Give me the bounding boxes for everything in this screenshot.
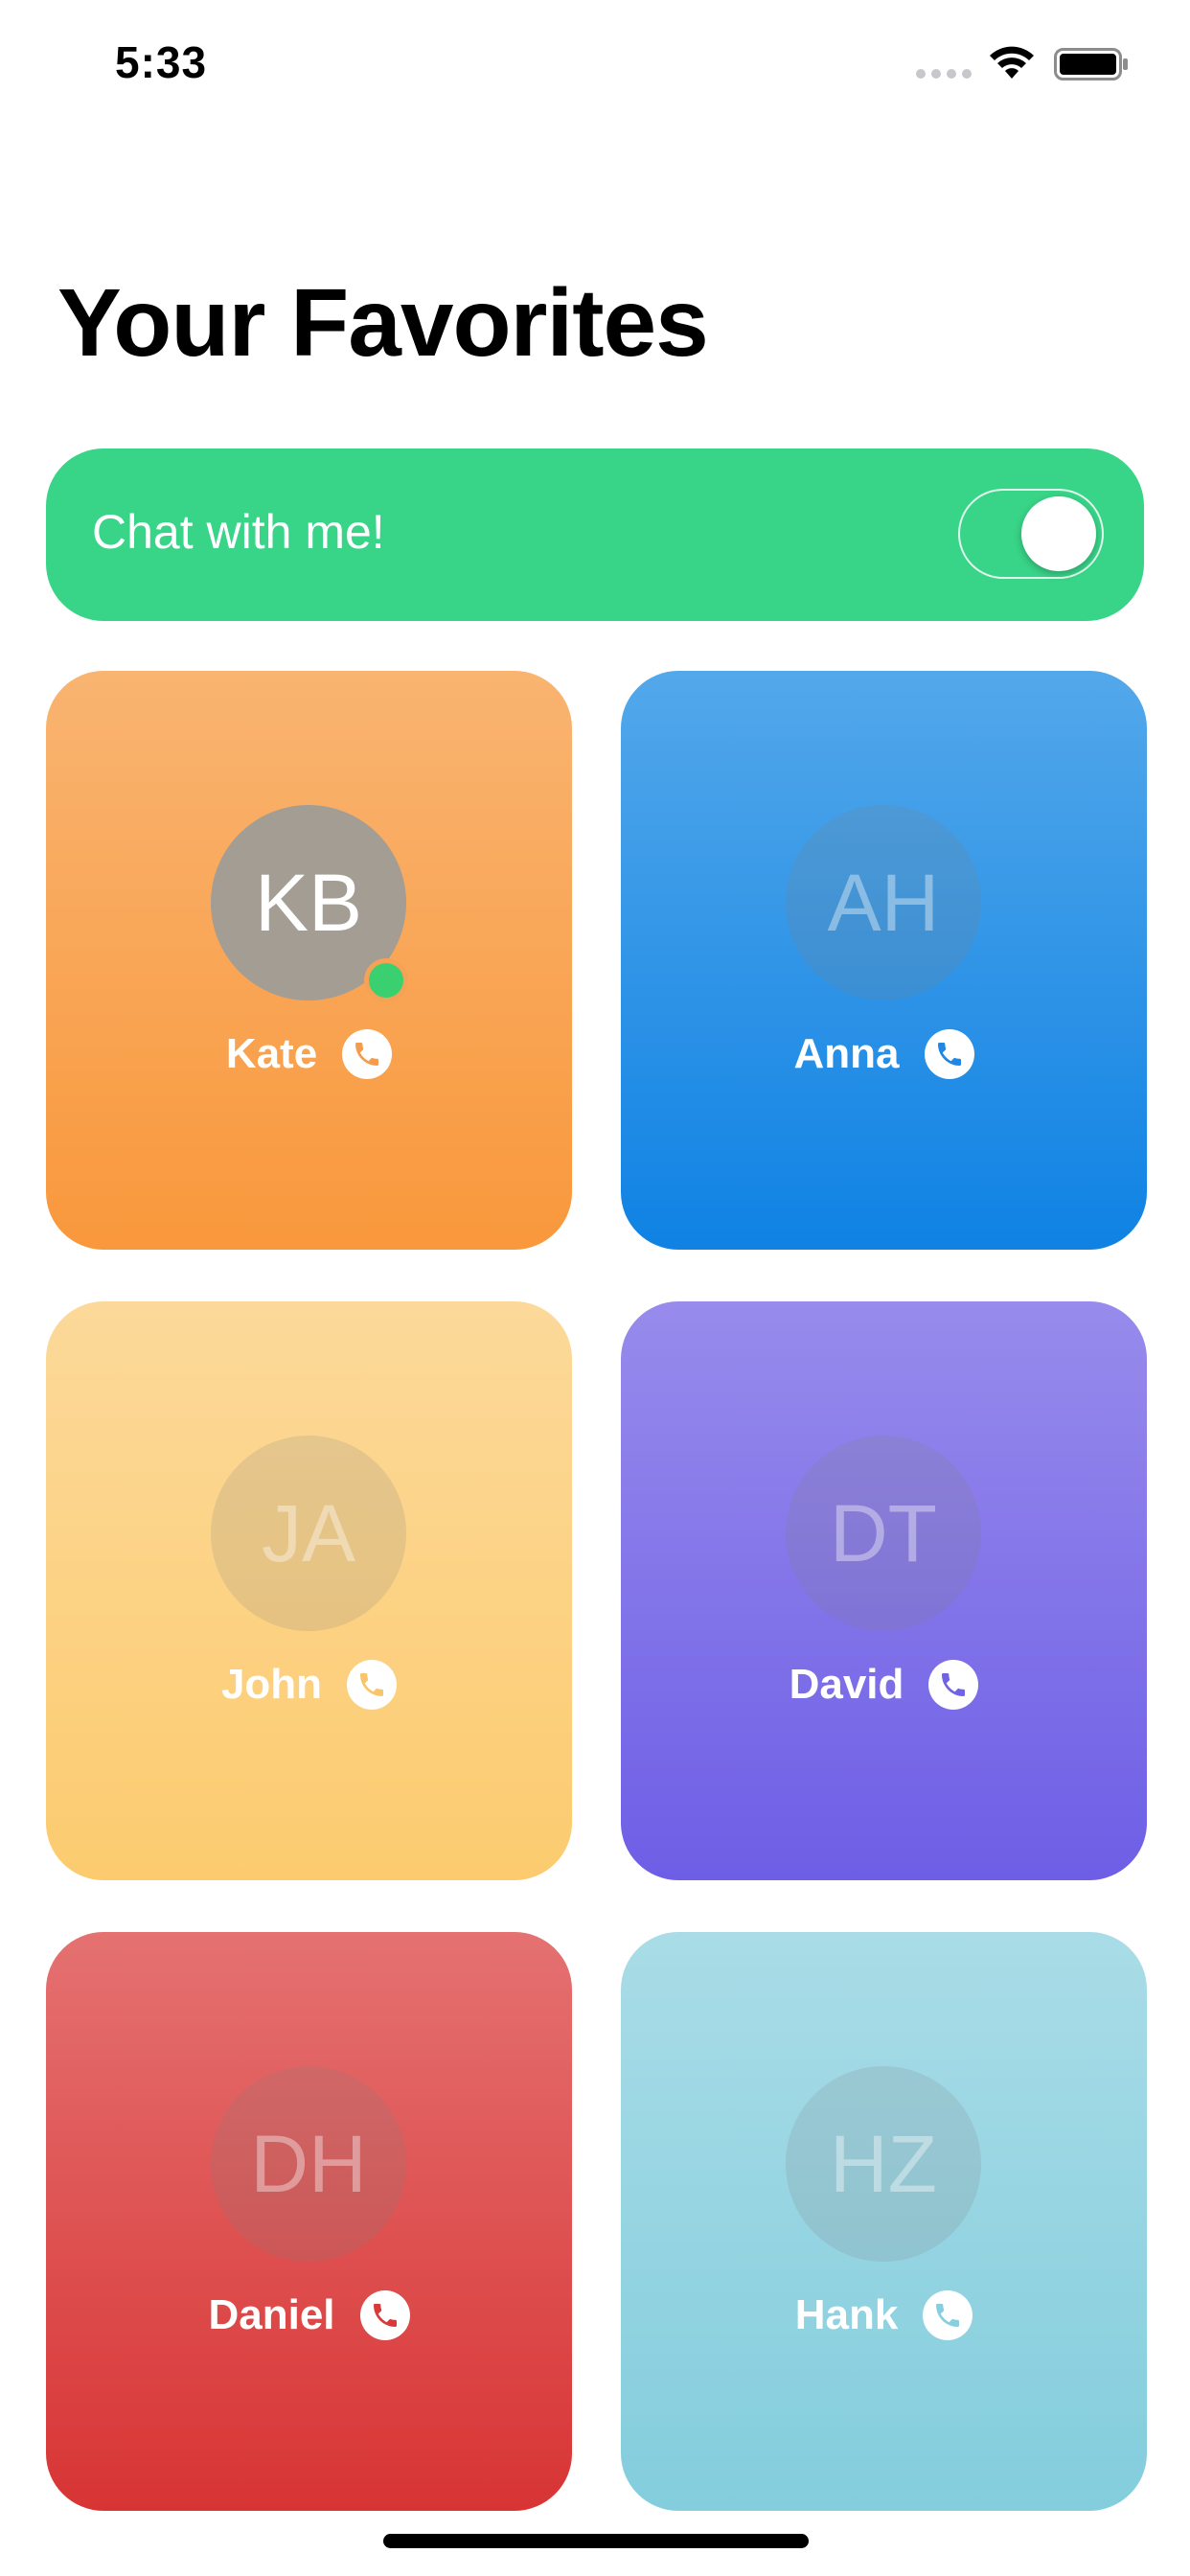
contact-name-row: Hank <box>621 2287 1147 2344</box>
avatar: DH <box>211 2066 406 2262</box>
contact-card[interactable]: HZ Hank <box>621 1932 1147 2511</box>
avatar: DT <box>786 1436 981 1631</box>
contact-card[interactable]: JA John <box>46 1301 572 1880</box>
contact-name: John <box>220 1661 323 1708</box>
status-time: 5:33 <box>115 37 208 87</box>
signal-icon <box>916 69 972 79</box>
contact-name: Daniel <box>208 2291 335 2338</box>
toggle-knob <box>1021 496 1096 571</box>
contact-name: David <box>789 1661 904 1708</box>
online-status-dot <box>364 958 408 1002</box>
contact-card[interactable]: KB Kate <box>46 671 572 1250</box>
contact-name-row: Daniel <box>46 2287 572 2344</box>
page-title: Your Favorites <box>57 269 709 377</box>
chat-label: Chat with me! <box>92 505 385 559</box>
home-indicator <box>383 2534 809 2548</box>
phone-icon[interactable] <box>342 1029 393 1079</box>
contact-name: Anna <box>793 1030 900 1077</box>
phone-icon[interactable] <box>923 2290 973 2340</box>
chat-banner: Chat with me! <box>46 448 1144 621</box>
battery-icon <box>1054 48 1128 80</box>
contact-card[interactable]: AH Anna <box>621 671 1147 1250</box>
avatar: AH <box>786 805 981 1000</box>
avatar: KB <box>211 805 408 1002</box>
phone-icon[interactable] <box>928 1660 979 1710</box>
contact-name-row: Kate <box>46 1025 572 1083</box>
phone-icon[interactable] <box>347 1660 398 1710</box>
contact-card[interactable]: DT David <box>621 1301 1147 1880</box>
status-bar: 5:33 <box>0 0 1190 126</box>
wifi-icon <box>990 46 1034 79</box>
contact-name-row: John <box>46 1656 572 1714</box>
contact-name-row: Anna <box>621 1025 1147 1083</box>
phone-icon[interactable] <box>924 1029 974 1079</box>
avatar: JA <box>211 1436 406 1631</box>
phone-icon[interactable] <box>359 2290 410 2340</box>
contact-name: Kate <box>225 1030 318 1077</box>
avatar: HZ <box>786 2066 981 2262</box>
contact-name: Hank <box>794 2291 899 2338</box>
contact-card[interactable]: DH Daniel <box>46 1932 572 2511</box>
chat-toggle[interactable] <box>958 489 1104 579</box>
contact-name-row: David <box>621 1656 1147 1714</box>
